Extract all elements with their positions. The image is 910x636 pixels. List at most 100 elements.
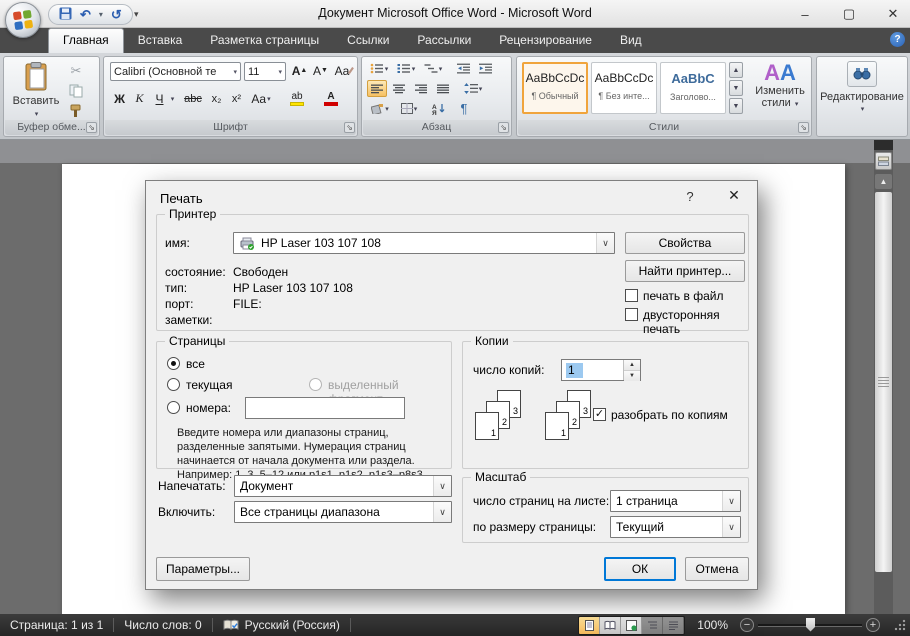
pages-numbers-input[interactable] [245, 397, 405, 419]
options-button[interactable]: Параметры... [156, 557, 250, 581]
pages-per-sheet-arrow-icon[interactable]: ∨ [722, 491, 740, 511]
vertical-scrollbar[interactable]: ▲ [874, 140, 893, 614]
pages-numbers-radio[interactable] [167, 401, 180, 414]
clipboard-dialog-launcher[interactable]: ⇘ [86, 122, 97, 133]
bold-button[interactable]: Ж [110, 89, 129, 108]
dialog-help-button[interactable]: ? [681, 189, 699, 204]
styles-dialog-launcher[interactable]: ⇘ [798, 122, 809, 133]
shading-button[interactable]: ▾ [367, 100, 393, 117]
paste-button[interactable]: Вставить ▾ [12, 62, 60, 120]
paste-dropdown-icon[interactable]: ▾ [35, 111, 39, 118]
change-styles-button[interactable]: AA Изменить стили ▾ [749, 61, 811, 119]
align-right-button[interactable] [411, 80, 431, 97]
font-name-combo[interactable]: Calibri (Основной те ▾ [110, 62, 241, 81]
find-icon[interactable] [847, 61, 877, 87]
font-color-button[interactable]: А [316, 89, 346, 108]
shrink-font-button[interactable]: А▼ [311, 61, 330, 80]
line-spacing-button[interactable]: ▾ [460, 80, 486, 97]
copies-count-spinner[interactable]: 1 ▲ ▼ [561, 359, 641, 381]
collate-checkbox[interactable]: ✓ [593, 408, 606, 421]
copy-icon[interactable] [66, 83, 86, 99]
tab-insert[interactable]: Вставка [124, 28, 197, 53]
printer-name-combo[interactable]: HP Laser 103 107 108 ∨ [233, 232, 615, 254]
tab-references[interactable]: Ссылки [333, 28, 403, 53]
pages-current-radio[interactable] [167, 378, 180, 391]
numbering-button[interactable]: ▾ [394, 60, 418, 77]
styles-scroll-up-icon[interactable]: ▲ [729, 62, 743, 78]
align-left-button[interactable] [367, 80, 387, 97]
cut-icon[interactable]: ✂ [66, 63, 86, 79]
decrease-indent-button[interactable] [454, 60, 474, 77]
change-case-button[interactable]: Aa▾ [248, 89, 274, 108]
styles-scroll-down-icon[interactable]: ▼ [729, 80, 743, 96]
printer-combo-arrow-icon[interactable]: ∨ [596, 233, 614, 253]
printer-properties-button[interactable]: Свойства [625, 232, 745, 254]
print-what-arrow-icon[interactable]: ∨ [433, 476, 451, 496]
bullets-button[interactable]: ▾ [367, 60, 391, 77]
style-heading1[interactable]: AaBbC Заголово... [660, 62, 726, 114]
include-select[interactable]: Все страницы диапазона ∨ [234, 501, 452, 523]
zoom-in-icon[interactable]: + [866, 618, 880, 632]
pages-per-sheet-select[interactable]: 1 страница ∨ [610, 490, 741, 512]
maximize-button[interactable]: ▢ [842, 6, 856, 22]
language-indicator[interactable]: Русский (Россия) [213, 618, 350, 632]
ruler-toggle-button[interactable] [875, 152, 892, 170]
fit-to-page-arrow-icon[interactable]: ∨ [722, 517, 740, 537]
italic-button[interactable]: К [130, 89, 149, 108]
view-fullscreen-reading-button[interactable] [600, 617, 621, 634]
duplex-checkbox[interactable] [625, 308, 638, 321]
find-printer-button[interactable]: Найти принтер... [625, 260, 745, 282]
tab-page-layout[interactable]: Разметка страницы [196, 28, 333, 53]
print-what-select[interactable]: Документ ∨ [234, 475, 452, 497]
align-center-button[interactable] [389, 80, 409, 97]
view-outline-button[interactable] [642, 617, 663, 634]
view-print-layout-button[interactable] [579, 617, 600, 634]
tab-mailings[interactable]: Рассылки [403, 28, 485, 53]
close-button[interactable]: ✕ [886, 6, 900, 22]
font-size-dropdown-icon[interactable]: ▾ [278, 68, 282, 76]
zoom-slider-track[interactable] [758, 624, 862, 627]
cancel-button[interactable]: Отмена [685, 557, 749, 581]
include-arrow-icon[interactable]: ∨ [433, 502, 451, 522]
zoom-level[interactable]: 100% [691, 618, 734, 632]
sort-button[interactable]: АЯ [428, 100, 450, 117]
font-size-combo[interactable]: 11 ▾ [244, 62, 286, 81]
office-button[interactable] [5, 2, 41, 38]
ok-button[interactable]: ОК [604, 557, 676, 581]
strikethrough-button[interactable]: abc [180, 89, 206, 108]
spin-up-icon[interactable]: ▲ [624, 360, 640, 371]
paragraph-dialog-launcher[interactable]: ⇘ [498, 122, 509, 133]
highlight-button[interactable]: ab [282, 89, 312, 108]
editing-dropdown-icon[interactable]: ▾ [818, 105, 907, 113]
minimize-button[interactable]: – [798, 7, 812, 22]
font-name-dropdown-icon[interactable]: ▾ [233, 68, 237, 76]
print-to-file-checkbox[interactable] [625, 289, 638, 302]
group-editing[interactable]: Редактирование ▾ [816, 56, 908, 137]
clear-formatting-button[interactable]: Aa [334, 61, 353, 80]
scrollbar-thumb[interactable] [875, 192, 892, 572]
justify-button[interactable] [433, 80, 453, 97]
scroll-up-icon[interactable]: ▲ [875, 174, 892, 189]
superscript-button[interactable]: x² [227, 89, 246, 108]
resize-grip[interactable] [894, 619, 906, 631]
increase-indent-button[interactable] [476, 60, 496, 77]
view-draft-button[interactable] [663, 617, 684, 634]
style-no-spacing[interactable]: AaBbCcDc ¶ Без инте... [591, 62, 657, 114]
format-painter-icon[interactable] [66, 103, 86, 119]
multilevel-list-button[interactable]: ▾ [421, 60, 445, 77]
styles-more-icon[interactable]: ▼ [729, 98, 743, 114]
zoom-out-icon[interactable]: − [740, 618, 754, 632]
help-icon[interactable]: ? [890, 32, 905, 47]
underline-dropdown-icon[interactable]: ▾ [167, 89, 177, 108]
subscript-button[interactable]: x₂ [207, 89, 226, 108]
font-dialog-launcher[interactable]: ⇘ [344, 122, 355, 133]
dialog-close-button[interactable]: ✕ [723, 187, 745, 204]
show-paragraph-marks-button[interactable]: ¶ [454, 100, 474, 117]
word-count[interactable]: Число слов: 0 [114, 618, 211, 632]
view-web-layout-button[interactable] [621, 617, 642, 634]
zoom-slider-thumb[interactable] [806, 618, 815, 632]
spin-down-icon[interactable]: ▼ [624, 371, 640, 381]
style-normal[interactable]: AaBbCcDc ¶ Обычный [522, 62, 588, 114]
tab-view[interactable]: Вид [606, 28, 656, 53]
pages-all-radio[interactable] [167, 357, 180, 370]
